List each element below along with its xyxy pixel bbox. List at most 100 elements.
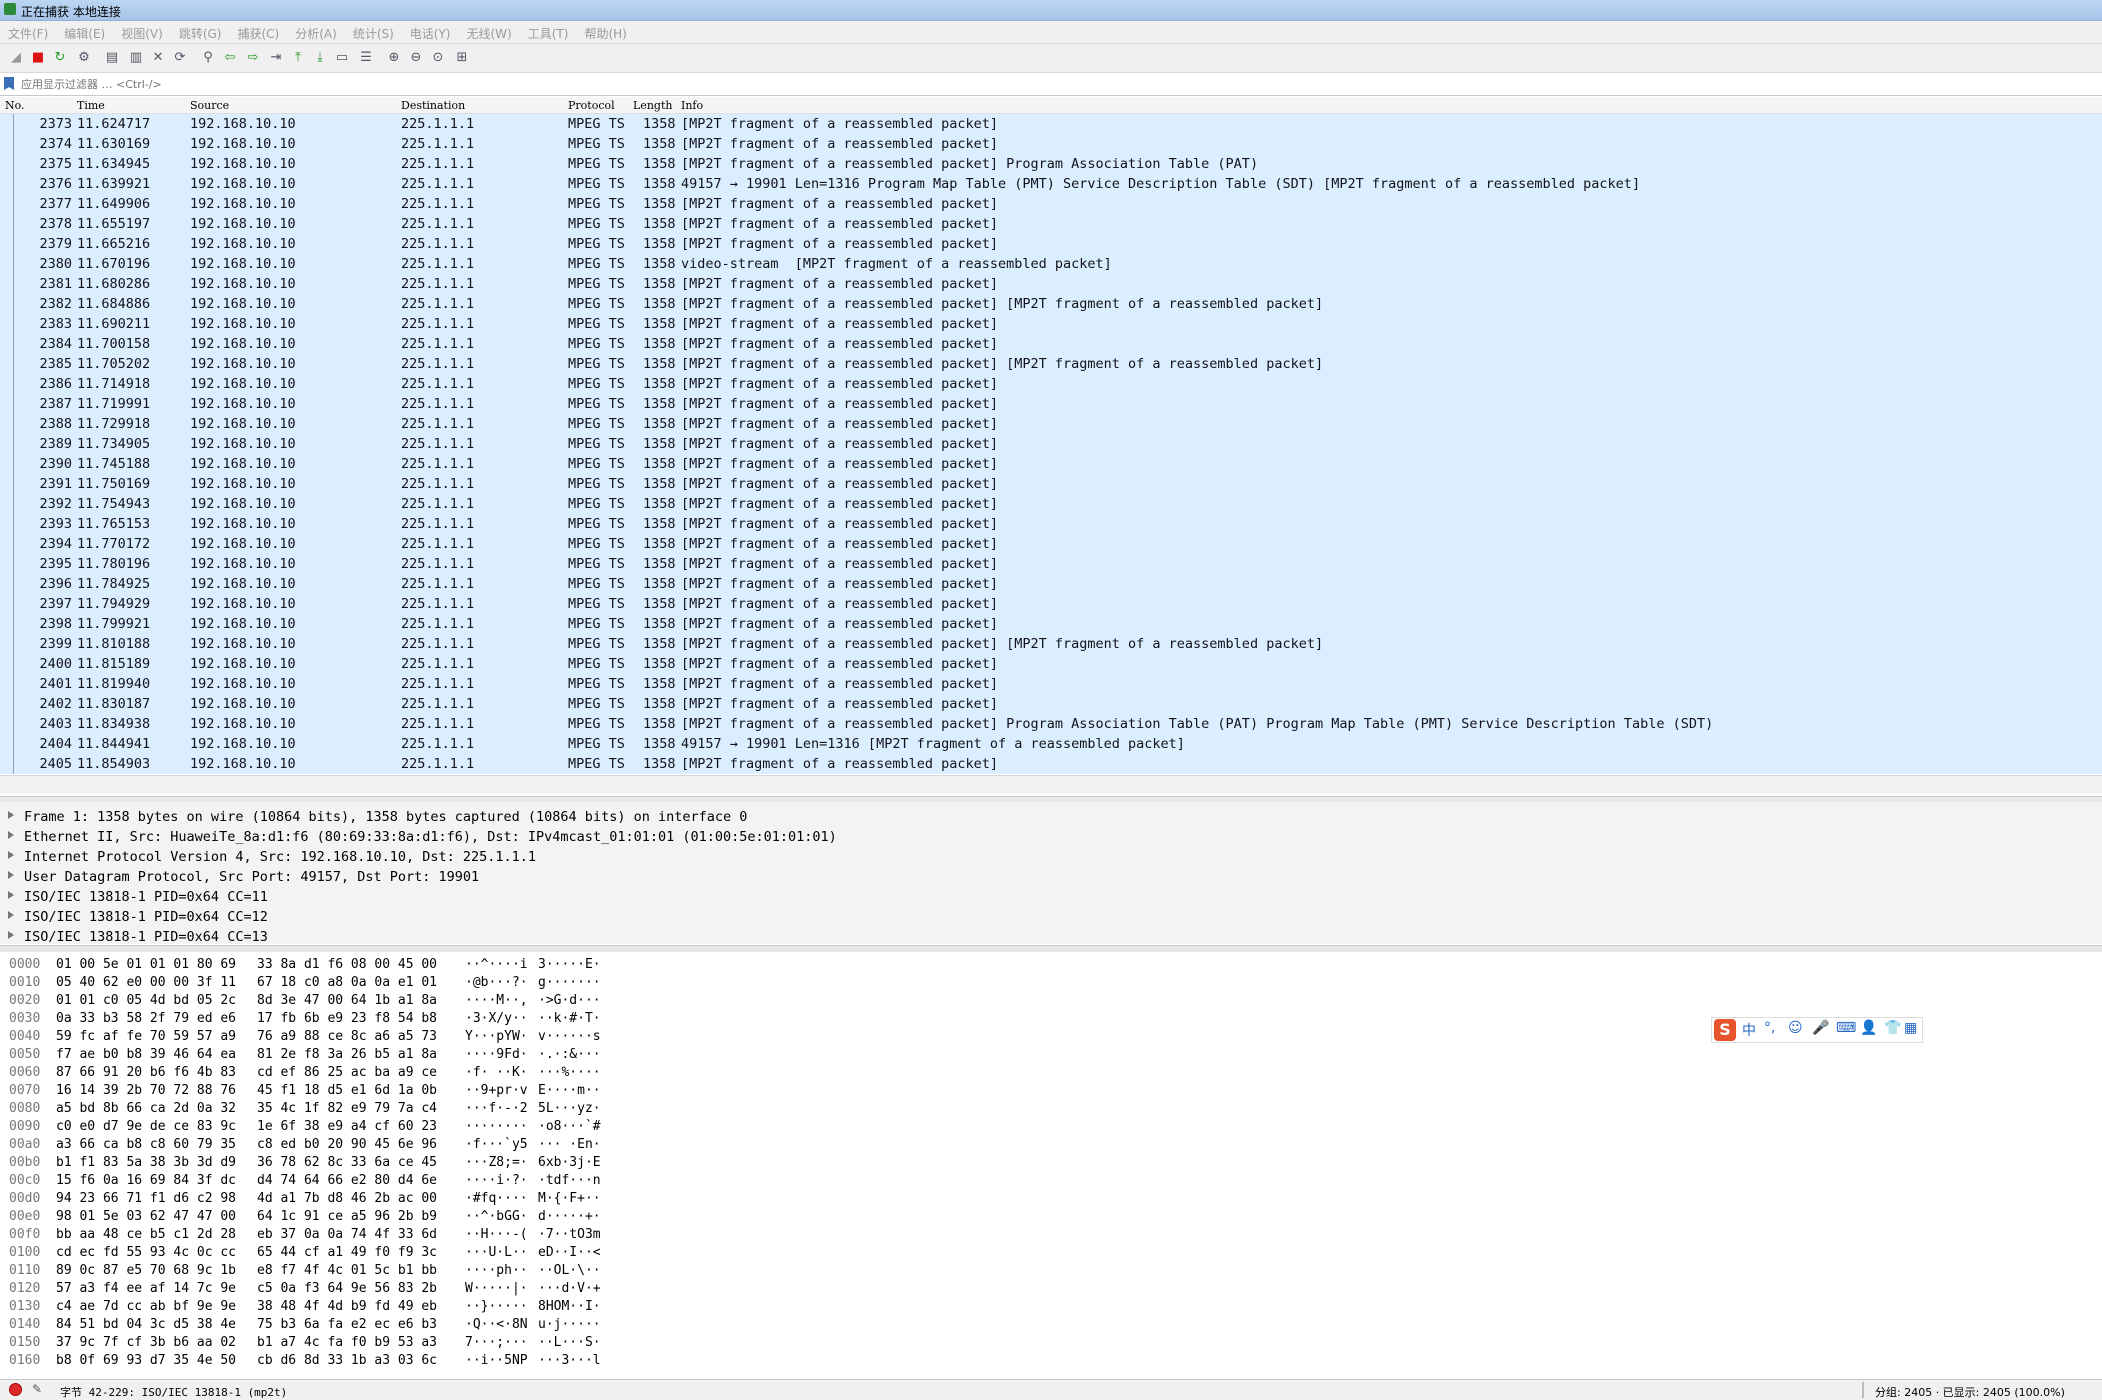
packet-row[interactable]: 2375 11.634945 192.168.10.10 225.1.1.1 MPEG … — [0, 154, 2102, 174]
packet-row[interactable]: 2386 11.714918 192.168.10.10 225.1.1.1 MPEG … — [0, 374, 2102, 394]
detail-tree-item[interactable]: ISO/IEC 13818-1 PID=0x64 CC=13 — [0, 927, 2102, 947]
expand-arrow-icon[interactable] — [8, 811, 14, 819]
packet-row[interactable]: 2382 11.684886 192.168.10.10 225.1.1.1 MPEG … — [0, 294, 2102, 314]
ime-toolbar[interactable]: S 中 °, ☺ 🎤 ⌨ 👤 👕 ▦ — [1711, 1017, 1923, 1043]
byte-row[interactable]: 00b0 b1 f1 83 5a 38 3b 3d d9 36 78 62 8c 3… — [0, 1154, 2102, 1172]
column-header-info[interactable]: Info — [681, 99, 703, 112]
packet-row[interactable]: 2399 11.810188 192.168.10.10 225.1.1.1 MPEG … — [0, 634, 2102, 654]
menu-item[interactable]: 捕获(C) — [229, 21, 287, 42]
byte-row[interactable]: 0070 16 14 39 2b 70 72 88 76 45 f1 18 d5 e… — [0, 1082, 2102, 1100]
close-file-icon[interactable]: ✕ — [150, 50, 166, 66]
ime-voice-icon[interactable]: 🎤 — [1812, 1020, 1829, 1036]
packet-row[interactable]: 2389 11.734905 192.168.10.10 225.1.1.1 MPEG … — [0, 434, 2102, 454]
autoscroll-icon[interactable]: ▭ — [334, 50, 350, 66]
zoom-normal-icon[interactable]: ⊙ — [430, 50, 446, 66]
packet-row[interactable]: 2376 11.639921 192.168.10.10 225.1.1.1 MPEG … — [0, 174, 2102, 194]
packet-row[interactable]: 2380 11.670196 192.168.10.10 225.1.1.1 MPEG … — [0, 254, 2102, 274]
byte-row[interactable]: 0020 01 01 c0 05 4d bd 05 2c 8d 3e 47 00 6… — [0, 992, 2102, 1010]
menu-item[interactable]: 文件(F) — [0, 21, 56, 42]
expand-arrow-icon[interactable] — [8, 911, 14, 919]
column-header-protocol[interactable]: Protocol — [568, 99, 615, 112]
save-file-icon[interactable]: ▥ — [128, 50, 144, 66]
packet-row[interactable]: 2398 11.799921 192.168.10.10 225.1.1.1 MPEG … — [0, 614, 2102, 634]
column-header-time[interactable]: Time — [77, 99, 105, 112]
byte-row[interactable]: 0060 87 66 91 20 b6 f6 4b 83 cd ef 86 25 a… — [0, 1064, 2102, 1082]
ime-user-icon[interactable]: 👤 — [1860, 1020, 1877, 1036]
packet-row[interactable]: 2388 11.729918 192.168.10.10 225.1.1.1 MPEG … — [0, 414, 2102, 434]
byte-row[interactable]: 0140 84 51 bd 04 3c d5 38 4e 75 b3 6a fa e… — [0, 1316, 2102, 1334]
packet-row[interactable]: 2397 11.794929 192.168.10.10 225.1.1.1 MPEG … — [0, 594, 2102, 614]
find-icon[interactable]: ⚲ — [200, 50, 216, 66]
packet-row[interactable]: 2390 11.745188 192.168.10.10 225.1.1.1 MPEG … — [0, 454, 2102, 474]
ime-punctuation-icon[interactable]: °, — [1764, 1020, 1775, 1036]
menu-item[interactable]: 工具(T) — [520, 21, 577, 42]
packet-row[interactable]: 2383 11.690211 192.168.10.10 225.1.1.1 MPEG … — [0, 314, 2102, 334]
go-first-icon[interactable]: ⤒ — [290, 50, 306, 66]
packet-row[interactable]: 2385 11.705202 192.168.10.10 225.1.1.1 MPEG … — [0, 354, 2102, 374]
go-forward-icon[interactable]: ⇨ — [245, 50, 261, 66]
options-gear-icon[interactable]: ⚙ — [76, 50, 92, 66]
packet-row[interactable]: 2400 11.815189 192.168.10.10 225.1.1.1 MPEG … — [0, 654, 2102, 674]
detail-tree-item[interactable]: User Datagram Protocol, Src Port: 49157,… — [0, 867, 2102, 887]
open-file-icon[interactable]: ▤ — [104, 50, 120, 66]
packet-row[interactable]: 2391 11.750169 192.168.10.10 225.1.1.1 MPEG … — [0, 474, 2102, 494]
byte-row[interactable]: 00c0 15 f6 0a 16 69 84 3f dc d4 74 64 66 e… — [0, 1172, 2102, 1190]
ime-chinese-mode-icon[interactable]: 中 — [1742, 1020, 1756, 1040]
packet-row[interactable]: 2378 11.655197 192.168.10.10 225.1.1.1 MPEG … — [0, 214, 2102, 234]
packet-row[interactable]: 2374 11.630169 192.168.10.10 225.1.1.1 MPEG … — [0, 134, 2102, 154]
expand-arrow-icon[interactable] — [8, 931, 14, 939]
packet-row[interactable]: 2392 11.754943 192.168.10.10 225.1.1.1 MPEG … — [0, 494, 2102, 514]
packet-row[interactable]: 2401 11.819940 192.168.10.10 225.1.1.1 MPEG … — [0, 674, 2102, 694]
packet-row[interactable]: 2384 11.700158 192.168.10.10 225.1.1.1 MPEG … — [0, 334, 2102, 354]
display-filter-input[interactable] — [20, 75, 2098, 93]
menu-item[interactable]: 分析(A) — [287, 21, 345, 42]
expand-arrow-icon[interactable] — [8, 831, 14, 839]
detail-tree-item[interactable]: Internet Protocol Version 4, Src: 192.16… — [0, 847, 2102, 867]
stop-icon[interactable]: ■ — [30, 50, 46, 66]
ime-emoji-icon[interactable]: ☺ — [1788, 1020, 1803, 1036]
sogou-logo-icon[interactable]: S — [1714, 1019, 1736, 1041]
colorize-icon[interactable]: ☰ — [358, 50, 374, 66]
packet-row[interactable]: 2403 11.834938 192.168.10.10 225.1.1.1 MPEG … — [0, 714, 2102, 734]
column-header-source[interactable]: Source — [190, 99, 229, 112]
menu-item[interactable]: 视图(V) — [113, 21, 171, 42]
packet-row[interactable]: 2402 11.830187 192.168.10.10 225.1.1.1 MPEG … — [0, 694, 2102, 714]
detail-tree-item[interactable]: ISO/IEC 13818-1 PID=0x64 CC=11 — [0, 887, 2102, 907]
expand-arrow-icon[interactable] — [8, 871, 14, 879]
packet-row[interactable]: 2379 11.665216 192.168.10.10 225.1.1.1 MPEG … — [0, 234, 2102, 254]
byte-row[interactable]: 0000 01 00 5e 01 01 01 80 69 33 8a d1 f6 0… — [0, 956, 2102, 974]
column-header-destination[interactable]: Destination — [401, 99, 465, 112]
reload-icon[interactable]: ⟳ — [172, 50, 188, 66]
packet-row[interactable]: 2373 11.624717 192.168.10.10 225.1.1.1 MPEG … — [0, 114, 2102, 134]
bookmark-filter-icon[interactable] — [4, 77, 14, 90]
column-header-no[interactable]: No. — [5, 99, 25, 112]
go-last-icon[interactable]: ⤓ — [312, 50, 328, 66]
packet-row[interactable]: 2394 11.770172 192.168.10.10 225.1.1.1 MPEG … — [0, 534, 2102, 554]
detail-tree-item[interactable]: Ethernet II, Src: HuaweiTe_8a:d1:f6 (80:… — [0, 827, 2102, 847]
byte-row[interactable]: 0150 37 9c 7f cf 3b b6 aa 02 b1 a7 4c fa f… — [0, 1334, 2102, 1352]
menu-item[interactable]: 编辑(E) — [56, 21, 113, 42]
byte-row[interactable]: 0110 89 0c 87 e5 70 68 9c 1b e8 f7 4f 4c 0… — [0, 1262, 2102, 1280]
ime-skin-icon[interactable]: 👕 — [1884, 1020, 1901, 1036]
expand-arrow-icon[interactable] — [8, 891, 14, 899]
ime-toolbox-icon[interactable]: ▦ — [1904, 1020, 1917, 1036]
ime-keyboard-icon[interactable]: ⌨ — [1836, 1020, 1856, 1036]
byte-row[interactable]: 0080 a5 bd 8b 66 ca 2d 0a 32 35 4c 1f 82 e… — [0, 1100, 2102, 1118]
zoom-out-icon[interactable]: ⊖ — [408, 50, 424, 66]
packet-list[interactable]: 2373 11.624717 192.168.10.10 225.1.1.1 MPEG … — [0, 114, 2102, 774]
menu-item[interactable]: 统计(S) — [345, 21, 402, 42]
byte-row[interactable]: 0010 05 40 62 e0 00 00 3f 11 67 18 c0 a8 0… — [0, 974, 2102, 992]
column-header-length[interactable]: Length — [633, 99, 672, 112]
shark-fin-icon[interactable]: ◢ — [8, 50, 24, 66]
menu-item[interactable]: 跳转(G) — [171, 21, 230, 42]
packet-row[interactable]: 2377 11.649906 192.168.10.10 225.1.1.1 MPEG … — [0, 194, 2102, 214]
packet-details-pane[interactable]: Frame 1: 1358 bytes on wire (10864 bits)… — [0, 802, 2102, 947]
byte-row[interactable]: 0160 b8 0f 69 93 d7 35 4e 50 cb d6 8d 33 1… — [0, 1352, 2102, 1370]
packet-list-horizontal-scrollbar[interactable] — [0, 775, 2102, 794]
menu-item[interactable]: 电话(Y) — [402, 21, 459, 42]
byte-row[interactable]: 0120 57 a3 f4 ee af 14 7c 9e c5 0a f3 64 9… — [0, 1280, 2102, 1298]
byte-row[interactable]: 0130 c4 ae 7d cc ab bf 9e 9e 38 48 4f 4d b… — [0, 1298, 2102, 1316]
edit-comment-icon[interactable]: ✎ — [32, 1382, 42, 1396]
restart-icon[interactable]: ↻ — [52, 50, 68, 66]
zoom-in-icon[interactable]: ⊕ — [386, 50, 402, 66]
